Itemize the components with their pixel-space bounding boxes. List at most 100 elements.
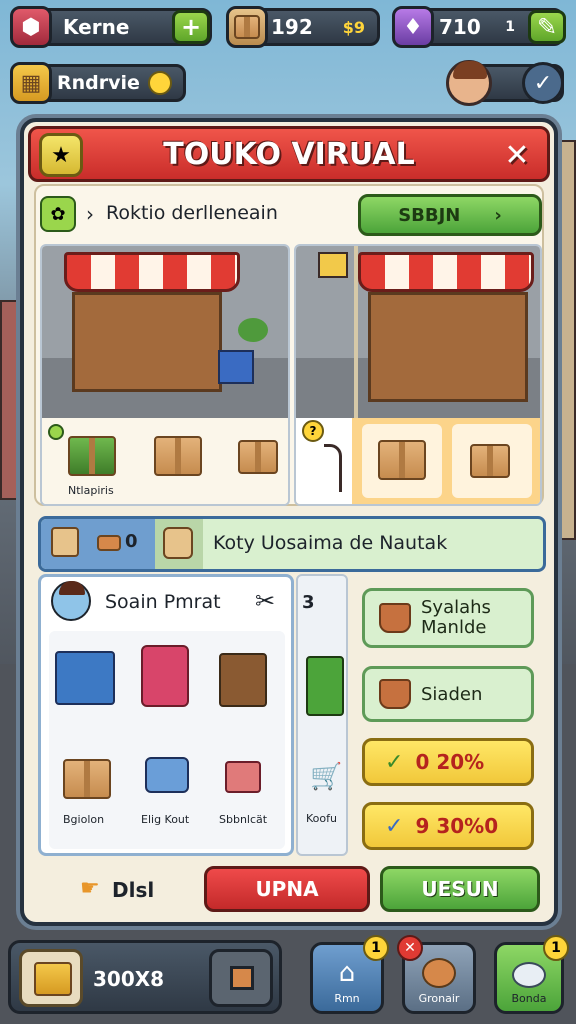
profile-gem-icon[interactable]: ⬢ xyxy=(10,6,52,48)
home-badge: 1 xyxy=(363,935,389,961)
stall-items-2: ? xyxy=(296,418,540,504)
grid-item-4-label[interactable]: Elig Kout xyxy=(141,813,189,826)
grid-item-3-label[interactable]: Bgiolon xyxy=(63,813,104,826)
currency2-value: 710 xyxy=(439,15,481,39)
add-gems-button[interactable]: ✎ xyxy=(528,10,566,44)
secondary-label: Rndrvie xyxy=(57,72,140,94)
hook-badge: ? xyxy=(302,420,324,442)
grid-item-1[interactable] xyxy=(141,645,189,707)
add-name-button[interactable]: + xyxy=(172,10,210,44)
upna-button[interactable]: UPNA xyxy=(204,866,370,912)
tab-strip: 0 Koty Uosaima de Nautak xyxy=(38,516,546,572)
bonus-label: Bonda xyxy=(511,992,547,1005)
footer-hint: Dlsl xyxy=(112,878,155,902)
bonus-badge: 1 xyxy=(543,935,569,961)
home-label: Rmn xyxy=(334,992,360,1005)
tab-jar[interactable] xyxy=(155,519,203,569)
close-button[interactable]: ✕ xyxy=(499,137,535,173)
uesun-button[interactable]: UESUN xyxy=(380,866,540,912)
cart-icon[interactable]: 🛒 xyxy=(310,762,342,792)
awning-red xyxy=(64,252,240,292)
box-slot-1[interactable] xyxy=(362,424,442,498)
cart-blue-icon xyxy=(145,757,189,793)
bowl-icon xyxy=(512,962,546,988)
crate-currency-icon xyxy=(226,6,268,48)
tools-icon[interactable]: ✂ xyxy=(255,587,275,615)
house-icon: ⌂ xyxy=(338,958,356,988)
confirm-check-icon[interactable]: ✓ xyxy=(522,62,564,104)
section-arrow: › xyxy=(86,202,94,226)
pet-label: Gronair xyxy=(418,992,460,1005)
gift-box-icon: ▦ xyxy=(10,62,52,104)
building-left xyxy=(0,300,22,500)
shopkeeper-avatar xyxy=(51,581,91,621)
stall-card-2[interactable]: ? xyxy=(294,244,542,506)
right-card-1-label: Syalahs Manlde xyxy=(421,597,491,638)
check-icon-2: ✓ xyxy=(385,813,404,839)
smiley-coin-icon xyxy=(147,71,172,95)
pet-button[interactable]: ✕ Gronair xyxy=(397,935,476,1014)
flower-icon: ✿ xyxy=(40,196,76,232)
section-header: Roktio derlleneain xyxy=(106,202,278,224)
frame-icon xyxy=(230,966,254,990)
grid-item-0[interactable] xyxy=(55,651,115,705)
frame-button[interactable] xyxy=(209,949,273,1007)
stall-scene-2 xyxy=(296,246,540,418)
grid-item-5-label[interactable]: Sbbnlcät xyxy=(219,813,267,826)
player-name: Kerne xyxy=(63,15,130,39)
potted-plant-icon-2 xyxy=(379,679,411,709)
check-dot-icon xyxy=(48,424,64,440)
currency1-value: 192 xyxy=(271,15,313,39)
panel-title: TOUKO VIRUAL xyxy=(163,136,415,172)
storage-slot[interactable] xyxy=(19,949,83,1007)
gold-crate-icon xyxy=(34,962,72,996)
price-card-2[interactable]: ✓ 9 30%0 xyxy=(362,802,534,850)
stall-card-1[interactable]: Ntlapiris xyxy=(40,244,290,506)
price-card-1-value: 0 20% xyxy=(415,750,485,774)
potted-plant-icon xyxy=(379,603,411,633)
star-badge-icon: ★ xyxy=(39,133,83,177)
green-crate-icon[interactable] xyxy=(306,656,344,716)
tab-inventory[interactable]: 0 xyxy=(41,519,155,569)
sign-icon xyxy=(318,252,348,278)
right-card-1[interactable]: Syalahs Manlde xyxy=(362,588,534,648)
shop-section: ✿ › Roktio derlleneain SBBJN › Ntlapiris xyxy=(34,184,544,506)
box-slot-2[interactable] xyxy=(452,424,532,498)
storage-bar: 300X8 xyxy=(8,940,282,1014)
shop-panel: ★ TOUKO VIRUAL ✕ ✿ › Roktio derlleneain … xyxy=(20,118,558,926)
home-button[interactable]: 1 ⌂ Rmn xyxy=(310,935,389,1014)
item-grid-panel: Soain Pmrat ✂ Bgiolon Elig Kout Sbbnlcät xyxy=(38,574,294,856)
currency2-suffix: 1 xyxy=(505,19,515,35)
tab-title: Koty Uosaima de Nautak xyxy=(213,532,448,554)
fruit-crate-icon xyxy=(51,527,79,557)
price-card-2-value: 9 30%0 xyxy=(415,814,499,838)
stall-counter xyxy=(72,292,222,392)
panel-header: ★ TOUKO VIRUAL ✕ xyxy=(28,126,550,182)
pink-box-icon xyxy=(225,761,261,793)
stall-items: Ntlapiris xyxy=(42,418,288,504)
stall-card-caption: Ntlapiris xyxy=(68,484,114,497)
right-card-2-label: Siaden xyxy=(421,683,483,705)
jar-icon xyxy=(163,527,193,559)
cardboard-box-icon xyxy=(154,436,202,476)
section-action-button[interactable]: SBBJN › xyxy=(358,194,542,236)
side-mark: 3 xyxy=(302,592,315,613)
right-card-2[interactable]: Siaden xyxy=(362,666,534,722)
secondary-pill[interactable]: Rndrvie xyxy=(30,64,186,102)
gem-pile-icon: ♦ xyxy=(392,6,434,48)
side-column: 3 🛒 Koofu xyxy=(296,574,348,856)
avatar[interactable] xyxy=(446,60,492,106)
grid-item-2[interactable] xyxy=(219,653,267,707)
building-right xyxy=(556,140,576,540)
grid-heading: Soain Pmrat xyxy=(105,591,221,613)
stall-counter-2 xyxy=(368,292,528,402)
plant-icon xyxy=(238,318,268,342)
bonus-button[interactable]: 1 Bonda xyxy=(494,935,569,1014)
blue-basket-icon xyxy=(218,350,254,384)
price-card-1[interactable]: ✓ 0 20% xyxy=(362,738,534,786)
tab-count: 0 xyxy=(125,531,138,552)
awning-red-2 xyxy=(358,252,534,292)
pet-icon xyxy=(422,958,456,988)
green-box-icon xyxy=(68,436,116,476)
hook-icon xyxy=(324,444,342,492)
